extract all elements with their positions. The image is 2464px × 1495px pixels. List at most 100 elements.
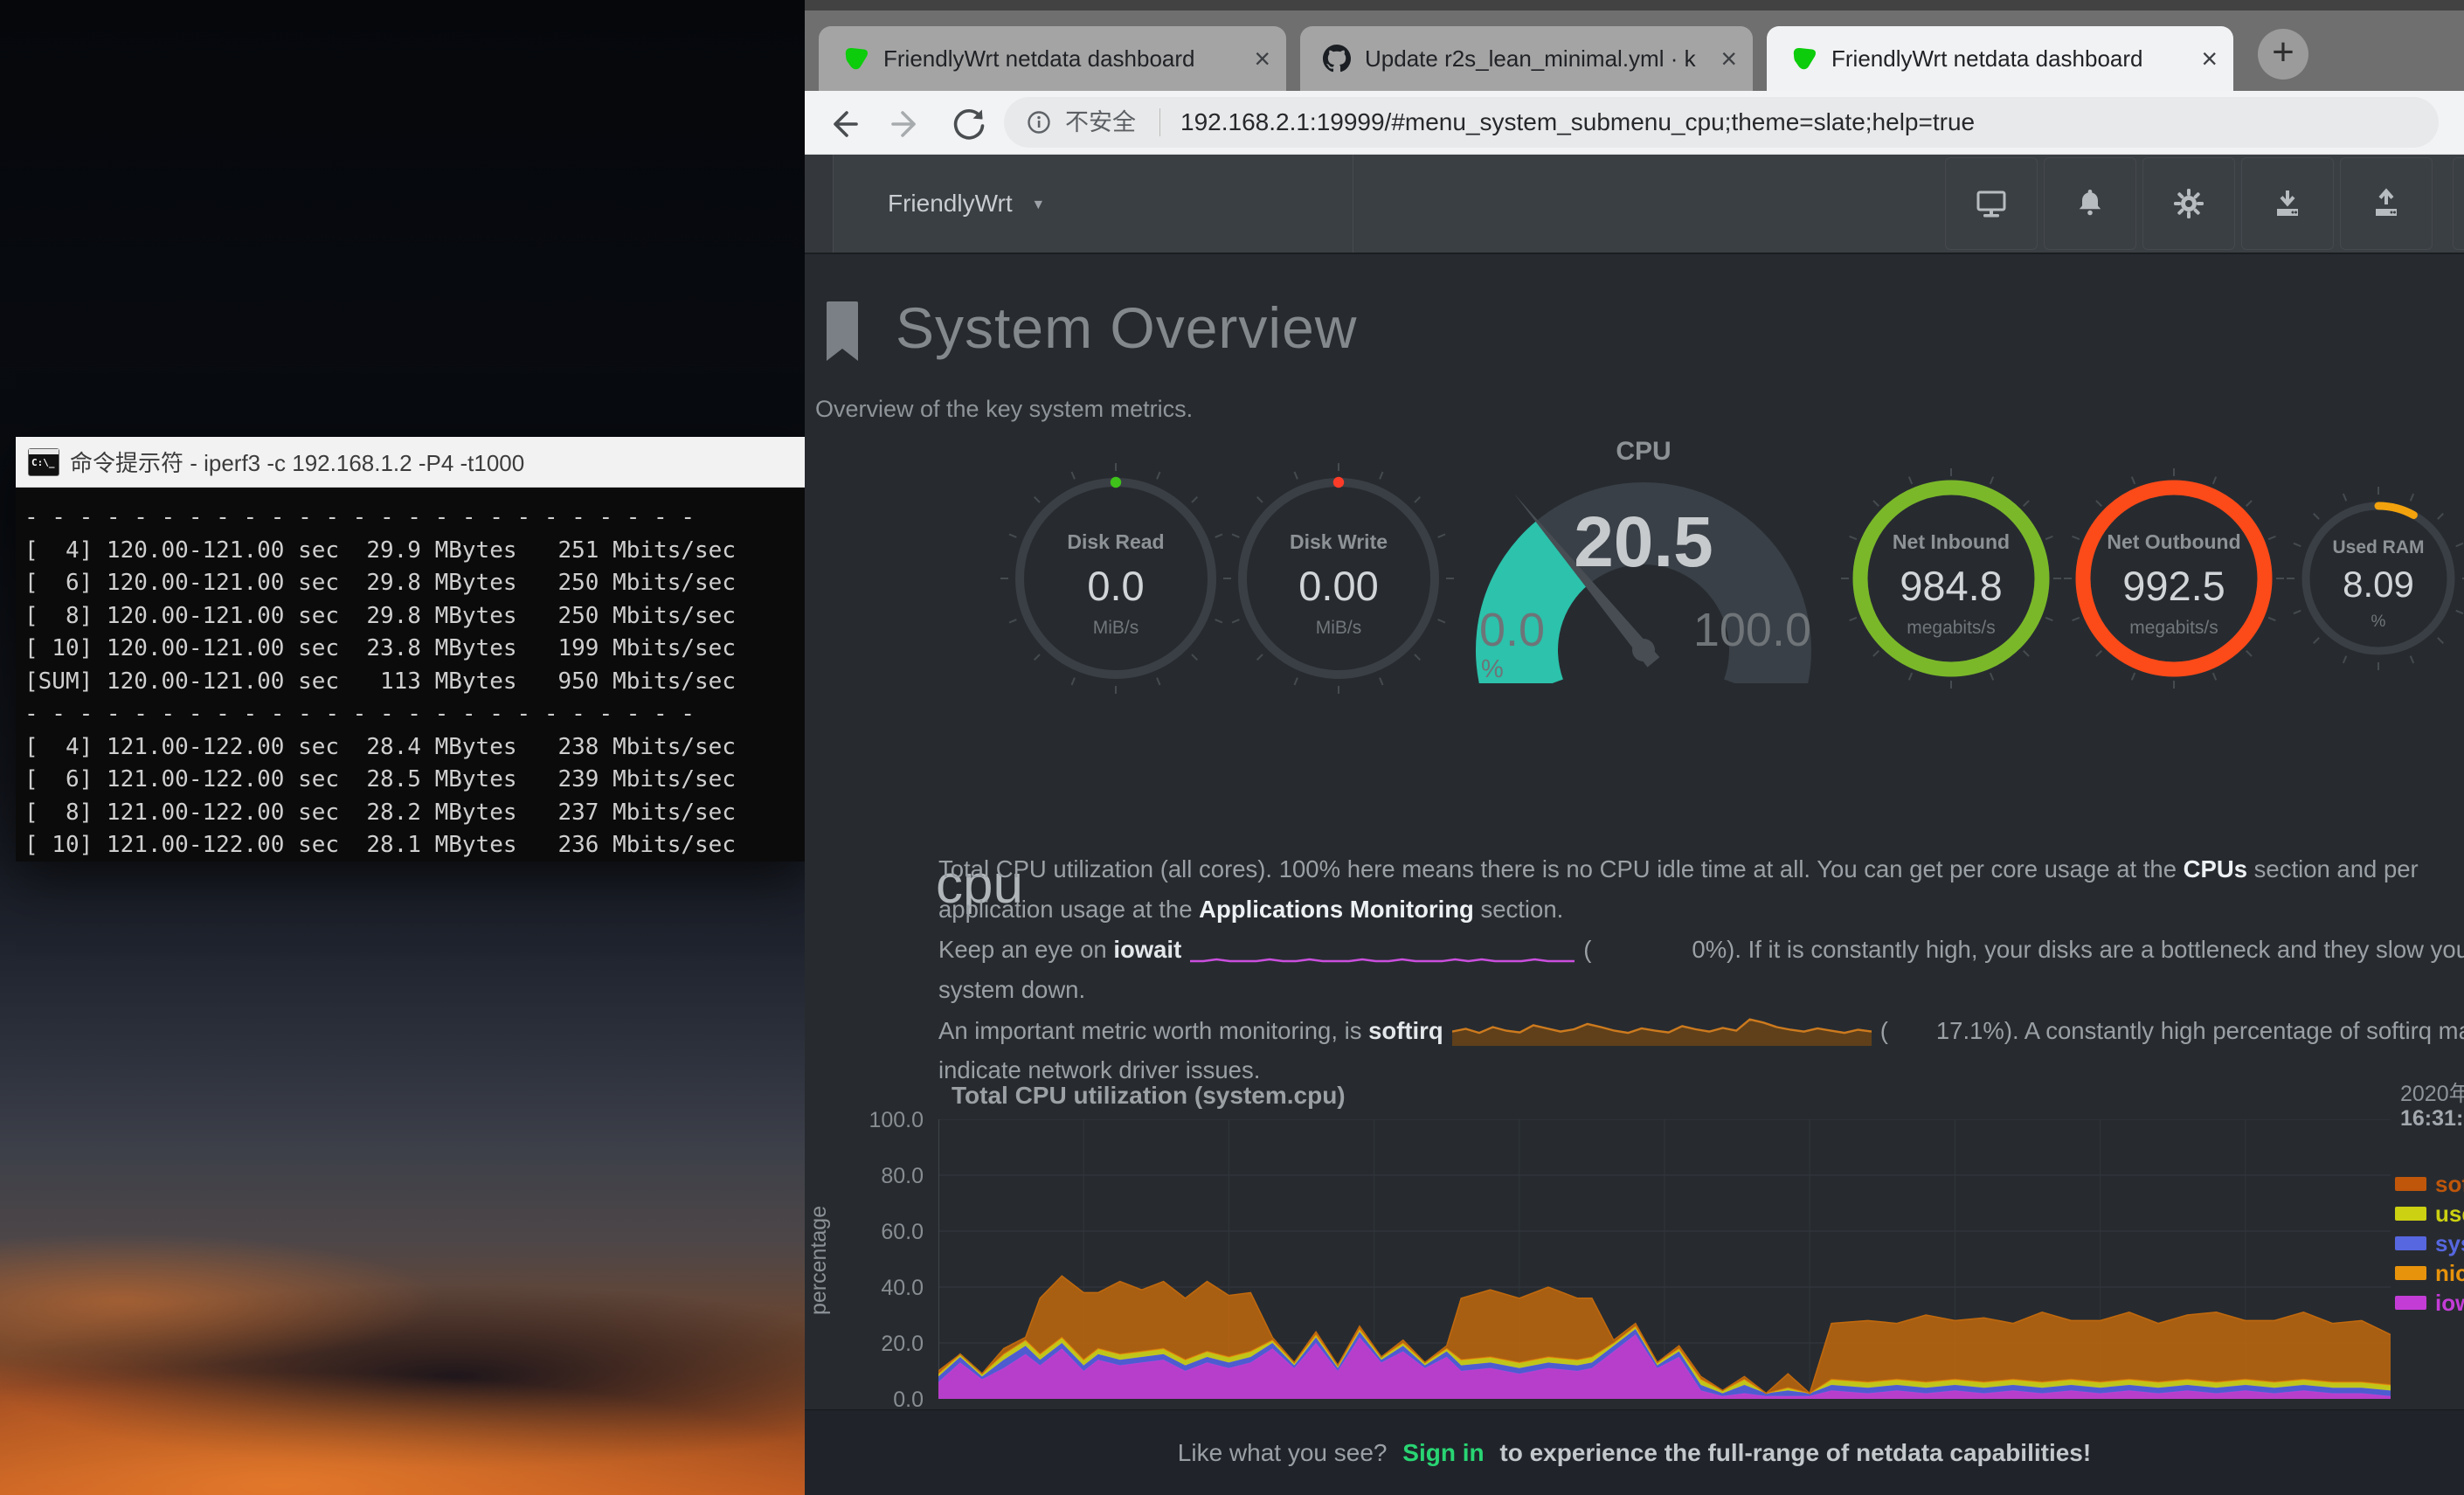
page-subtitle: Overview of the key system metrics. [815, 396, 1193, 423]
cpu-help-line-2: application usage at the Applications Mo… [938, 889, 1563, 930]
gauge-units: MiB/s [998, 618, 1234, 639]
help-text: An important metric worth monitoring, is [938, 1017, 1368, 1044]
help-text: ( [1583, 936, 1591, 963]
legend-label: softirq [2435, 1171, 2464, 1198]
gauge-units: % [2287, 613, 2464, 632]
gauge-label: Disk Write [1221, 530, 1457, 554]
gauge-value: 984.8 [1833, 562, 2069, 610]
forward-button[interactable] [883, 101, 929, 147]
bell-icon [2073, 186, 2108, 221]
tab-title: FriendlyWrt netdata dashboard [1831, 45, 2189, 73]
help-text: Keep an eye on [938, 936, 1113, 963]
signin-link[interactable]: Sign in [1402, 1439, 1484, 1466]
y-tick-label: 100.0 [836, 1108, 924, 1131]
gauge-value: 8.09 [2287, 564, 2464, 606]
info-icon[interactable] [1027, 110, 1051, 135]
gauge-value: 0.0 [998, 562, 1234, 610]
gauge-cpu[interactable]: CPU 20.5 0.0 100.0 % [1460, 421, 1827, 683]
gauge-min: 0.0 [1479, 603, 1545, 657]
cpu-help-line-4: system down. [938, 970, 1085, 1010]
cpu-help-line-3: Keep an eye on iowait(0%). If it is cons… [938, 930, 2464, 970]
url-text[interactable]: 192.168.2.1:19999/#menu_system_submenu_c… [1180, 97, 1975, 148]
gear-icon [2171, 186, 2206, 221]
navbar-edge [805, 155, 834, 253]
gauge-net-inbound[interactable]: Net Inbound 984.8 megabits/s [1833, 460, 2069, 696]
legend-swatch [2395, 1207, 2426, 1221]
tab-close-icon[interactable]: × [1720, 45, 1737, 73]
gauge-label: Net Outbound [2056, 530, 2292, 554]
tab-friendlywrt-1[interactable]: FriendlyWrt netdata dashboard × [819, 26, 1286, 91]
terminal-output[interactable]: - - - - - - - - - - - - - - - - - - - - … [16, 488, 805, 862]
y-axis-labels: 100.080.060.040.020.00.0 [836, 1108, 924, 1415]
gauge-value: 20.5 [1460, 502, 1827, 584]
new-tab-button[interactable]: + [2258, 29, 2308, 80]
browser-toolbar: 不安全 192.168.2.1:19999/#menu_system_subme… [805, 91, 2464, 155]
legend-swatch [2395, 1296, 2426, 1310]
gauge-net-outbound[interactable]: Net Outbound 992.5 megabits/s [2056, 460, 2292, 696]
cpu-help-line-1: Total CPU utilization (all cores). 100% … [938, 849, 2419, 889]
help-text: section and per [2247, 855, 2419, 882]
legend-item[interactable]: nice [2395, 1258, 2464, 1288]
legend-item[interactable]: system [2395, 1229, 2464, 1258]
settings-button[interactable] [2142, 157, 2235, 250]
tab-title: Update r2s_lean_minimal.yml · k [1365, 45, 1708, 73]
gauge-units: megabits/s [2056, 618, 2292, 639]
monitor-icon [1974, 186, 2009, 221]
cpu-chart-plot[interactable] [938, 1119, 2391, 1399]
gauge-disk-write[interactable]: Disk Write 0.00 MiB/s [1221, 460, 1457, 696]
help-text: indicate network driver issues. [938, 1056, 1260, 1083]
applications-monitoring-link[interactable]: Applications Monitoring [1199, 896, 1474, 923]
gauge-units: megabits/s [1833, 618, 2069, 639]
terminal-window[interactable]: 命令提示符 - iperf3 -c 192.168.1.2 -P4 -t1000… [16, 437, 805, 862]
back-button[interactable] [820, 101, 866, 147]
reload-button[interactable] [946, 101, 992, 147]
netdata-favicon-icon [1789, 45, 1817, 73]
signin-bar: Like what you see? Sign in to experience… [805, 1409, 2464, 1495]
legend-item[interactable]: softirq [2395, 1169, 2464, 1199]
legend-item[interactable]: user [2395, 1199, 2464, 1229]
tab-close-icon[interactable]: × [1254, 45, 1270, 73]
gauge-label: Net Inbound [1833, 530, 2069, 554]
terminal-titlebar[interactable]: 命令提示符 - iperf3 -c 192.168.1.2 -P4 -t1000 [16, 437, 805, 488]
desktop: 命令提示符 - iperf3 -c 192.168.1.2 -P4 -t1000… [0, 0, 2464, 1495]
y-axis-title: percentage [806, 1181, 833, 1339]
export-button[interactable] [2340, 157, 2433, 250]
tab-title: FriendlyWrt netdata dashboard [883, 45, 1242, 73]
tab-github[interactable]: Update r2s_lean_minimal.yml · k × [1300, 26, 1753, 91]
legend-item[interactable]: iowait [2395, 1288, 2464, 1318]
y-tick-label: 60.0 [836, 1220, 924, 1242]
gauge-disk-read[interactable]: Disk Read 0.0 MiB/s [998, 460, 1234, 696]
tab-close-icon[interactable]: × [2201, 45, 2218, 73]
y-tick-label: 0.0 [836, 1388, 924, 1410]
y-tick-label: 40.0 [836, 1276, 924, 1298]
help-text: ). If it is constantly high, your disks … [1727, 936, 2464, 963]
nodes-view-button[interactable] [1945, 157, 2038, 250]
chart-legend[interactable]: softirqusersystemnice iowait [2395, 1169, 2464, 1318]
softirq-label: softirq [1368, 1017, 1443, 1044]
host-menu[interactable]: FriendlyWrt ▼ [833, 155, 1353, 253]
iowait-label: iowait [1113, 936, 1181, 963]
tab-friendlywrt-2-active[interactable]: FriendlyWrt netdata dashboard × [1767, 26, 2233, 91]
legend-label: nice [2435, 1260, 2464, 1287]
host-menu-label: FriendlyWrt [888, 190, 1013, 217]
legend-swatch [2395, 1236, 2426, 1250]
address-bar[interactable]: 不安全 192.168.2.1:19999/#menu_system_subme… [1004, 97, 2439, 148]
chart-time: 16:31:2 [2400, 1106, 2464, 1132]
gauge-label: Disk Read [998, 530, 1234, 554]
gauge-used-ram[interactable]: Used RAM 8.09 % [2287, 487, 2464, 670]
iowait-sparkline[interactable] [1190, 936, 1575, 978]
gauge-value: 992.5 [2056, 562, 2292, 610]
gauge-label: CPU [1460, 437, 1827, 467]
y-tick-label: 80.0 [836, 1164, 924, 1187]
omnibox-divider [1159, 108, 1160, 136]
gauge-label: Used RAM [2287, 537, 2464, 558]
help-text: section. [1474, 896, 1563, 923]
alarms-button[interactable] [2044, 157, 2136, 250]
chart-title: Total CPU utilization (system.cpu) [952, 1082, 1346, 1110]
legend-label: iowait [2435, 1290, 2464, 1317]
security-label[interactable]: 不安全 [1065, 97, 1136, 148]
gauge-units: MiB/s [1221, 618, 1457, 639]
cpus-link[interactable]: CPUs [2184, 855, 2247, 882]
import-button[interactable] [2241, 157, 2334, 250]
softirq-sparkline[interactable] [1452, 1010, 1872, 1059]
